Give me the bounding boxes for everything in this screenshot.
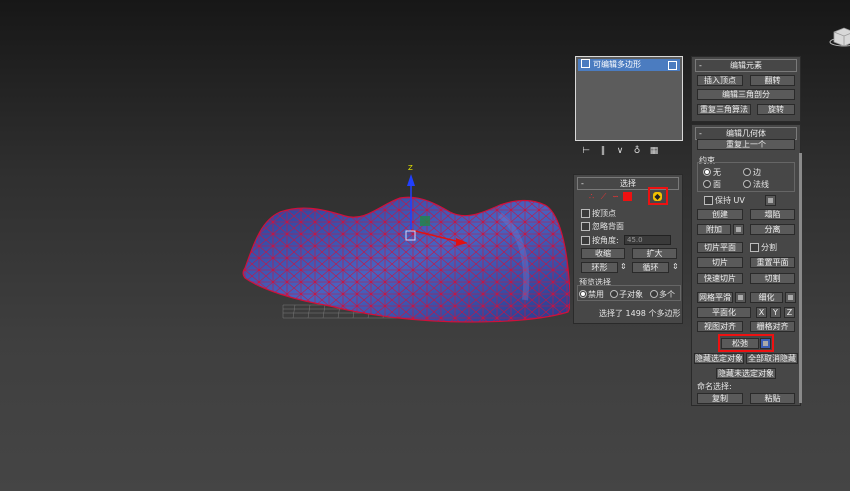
stack-item-label: 可编辑多边形 — [593, 60, 641, 69]
insert-vertex-button[interactable]: 插入顶点 — [697, 75, 743, 86]
repeat-last-button[interactable]: 重复上一个 — [697, 139, 795, 150]
rollout-header[interactable]: - 编辑元素 — [695, 59, 797, 72]
remove-modifier-icon[interactable]: ♁ — [630, 145, 644, 157]
angle-spinner[interactable]: 45.0 — [624, 235, 671, 245]
ring-spinner[interactable]: ⇕ — [620, 262, 627, 271]
svg-text:Z: Z — [408, 164, 413, 172]
show-end-result-icon[interactable]: ‖ — [596, 145, 610, 157]
window-icon[interactable] — [668, 61, 677, 70]
by-vertex-checkbox[interactable] — [581, 209, 590, 218]
configure-modifier-sets-icon[interactable]: ▦ — [647, 145, 661, 157]
constraint-normal-label: 法线 — [753, 180, 769, 189]
unhide-all-button[interactable]: 全部取消隐藏 — [746, 353, 798, 364]
preserve-uvs-label: 保持 UV — [715, 196, 745, 205]
slice-button[interactable]: 切片 — [697, 257, 743, 268]
preserve-uvs-checkbox[interactable] — [704, 196, 713, 205]
grid-align-button[interactable]: 栅格对齐 — [750, 321, 795, 332]
pin-stack-icon[interactable]: ⊢ — [579, 145, 593, 157]
by-angle-label: 按角度: — [592, 236, 619, 245]
planar-x-button[interactable]: X — [756, 307, 767, 318]
command-panel-scrollbar[interactable] — [799, 153, 802, 403]
retriangulate-button[interactable]: 重复三角算法 — [697, 104, 751, 115]
preview-off-radio[interactable] — [579, 290, 587, 298]
polygon-level-icon[interactable] — [623, 192, 632, 201]
cut-button[interactable]: 切割 — [750, 273, 795, 284]
by-angle-checkbox[interactable] — [581, 236, 590, 245]
element-level-highlight — [648, 187, 668, 205]
detach-button[interactable]: 分离 — [750, 224, 795, 235]
shrink-button[interactable]: 收缩 — [581, 248, 625, 259]
edge-level-icon[interactable]: ⟋ — [599, 192, 608, 201]
expand-icon[interactable] — [581, 59, 590, 68]
selection-title: 选择 — [620, 179, 636, 188]
constraint-edge-label: 边 — [753, 168, 761, 177]
create-button[interactable]: 创建 — [697, 209, 743, 220]
meshsmooth-settings-icon[interactable] — [735, 292, 746, 303]
relax-highlight — [718, 334, 774, 352]
preview-subobject-radio[interactable] — [610, 290, 618, 298]
selection-status: 选择了 1498 个多边形 — [599, 309, 681, 318]
loop-button[interactable]: 循环 — [632, 262, 669, 273]
viewport[interactable]: Z — [0, 0, 570, 491]
border-level-icon[interactable]: ∽ — [611, 192, 620, 201]
tessellate-settings-icon[interactable] — [785, 292, 796, 303]
stack-item-editable-poly[interactable]: 可编辑多边形 — [578, 59, 680, 71]
hide-selected-button[interactable]: 隐藏选定对象 — [694, 353, 744, 364]
attach-button[interactable]: 附加 — [697, 224, 731, 235]
preview-off-label: 禁用 — [588, 290, 604, 299]
reset-plane-button[interactable]: 重置平面 — [750, 257, 795, 268]
split-label: 分割 — [761, 243, 777, 252]
grow-button[interactable]: 扩大 — [632, 248, 677, 259]
stack-toolbar: ⊢ ‖ ∨ ♁ ▦ — [575, 143, 683, 159]
preserve-uvs-settings-icon[interactable] — [765, 195, 776, 206]
slice-plane-button[interactable]: 切片平面 — [697, 242, 743, 253]
viewcube-icon[interactable] — [826, 20, 850, 50]
hide-unselected-button[interactable]: 隐藏未选定对象 — [716, 368, 776, 379]
modifier-stack: 可编辑多边形 — [575, 56, 683, 141]
editable-poly-mesh — [242, 196, 570, 323]
preview-multi-label: 多个 — [659, 290, 675, 299]
quickslice-button[interactable]: 快速切片 — [697, 273, 743, 284]
edit-geometry-title: 编辑几何体 — [726, 129, 766, 138]
view-align-button[interactable]: 视图对齐 — [697, 321, 743, 332]
tessellate-button[interactable]: 细化 — [750, 292, 783, 303]
copy-button[interactable]: 复制 — [697, 393, 743, 404]
by-vertex-label: 按顶点 — [592, 209, 616, 218]
constraint-edge-radio[interactable] — [743, 168, 751, 176]
edit-triangulation-button[interactable]: 编辑三角剖分 — [697, 89, 795, 100]
edit-elements-title: 编辑元素 — [730, 61, 762, 70]
vertex-level-icon[interactable]: ∴ — [587, 192, 596, 201]
split-checkbox[interactable] — [750, 243, 759, 252]
ignore-backfacing-checkbox[interactable] — [581, 222, 590, 231]
constraint-none-label: 无 — [713, 168, 721, 177]
flip-button[interactable]: 翻转 — [750, 75, 795, 86]
paste-button[interactable]: 粘贴 — [750, 393, 795, 404]
collapse-button[interactable]: 塌陷 — [750, 209, 795, 220]
loop-spinner[interactable]: ⇕ — [672, 262, 679, 271]
named-selections-label: 命名选择: — [697, 382, 732, 391]
constraint-face-label: 面 — [713, 180, 721, 189]
planar-z-button[interactable]: Z — [784, 307, 795, 318]
constraint-none-radio[interactable] — [703, 168, 711, 176]
ring-button[interactable]: 环形 — [581, 262, 618, 273]
constraint-normal-radio[interactable] — [743, 180, 751, 188]
turn-button[interactable]: 旋转 — [757, 104, 795, 115]
make-planar-button[interactable]: 平面化 — [697, 307, 751, 318]
make-unique-icon[interactable]: ∨ — [613, 145, 627, 157]
constraint-face-radio[interactable] — [703, 180, 711, 188]
ignore-backfacing-label: 忽略背面 — [592, 222, 624, 231]
attach-settings-icon[interactable] — [733, 224, 744, 235]
planar-y-button[interactable]: Y — [770, 307, 781, 318]
preview-multi-radio[interactable] — [650, 290, 658, 298]
preview-subobject-label: 子对象 — [619, 290, 643, 299]
meshsmooth-button[interactable]: 网格平滑 — [697, 292, 733, 303]
